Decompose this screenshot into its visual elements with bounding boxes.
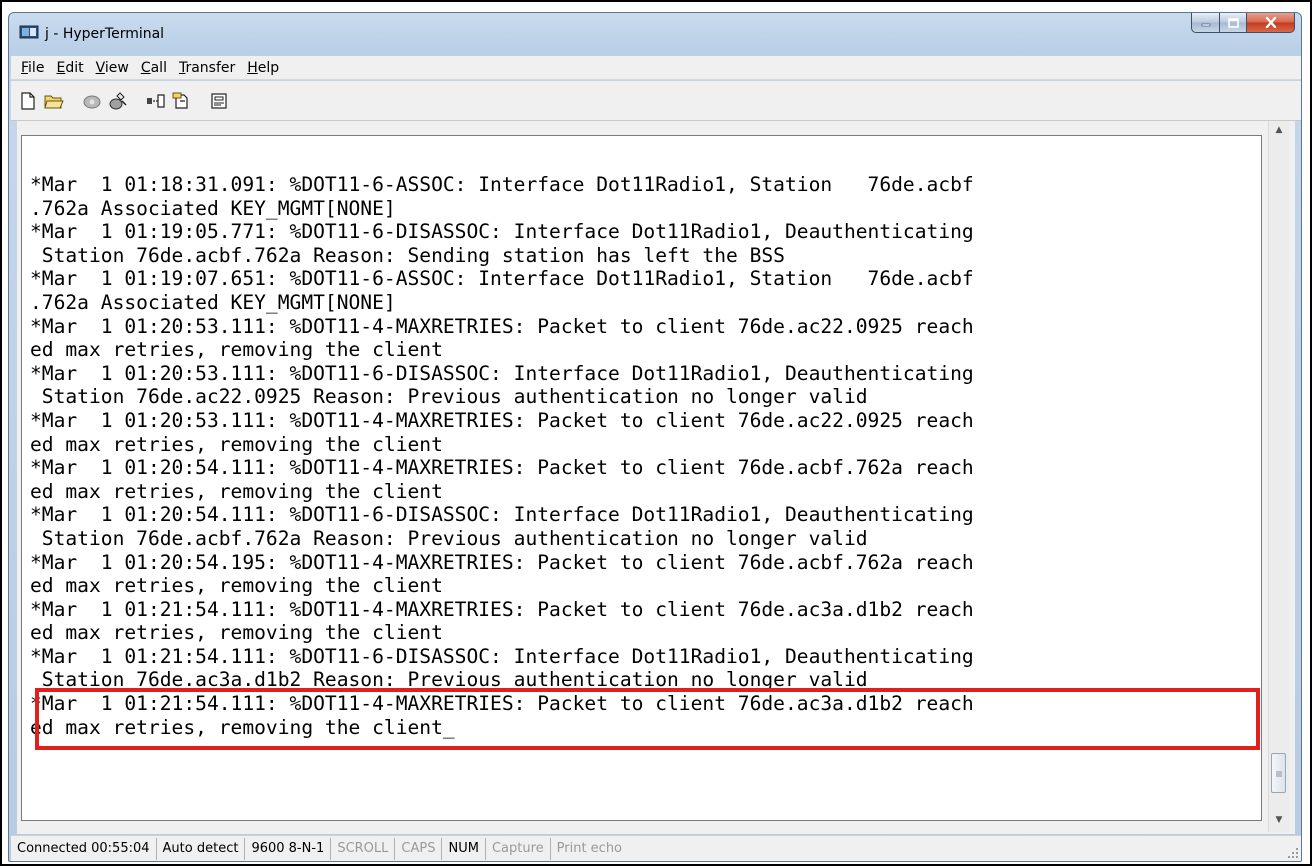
terminal-line: .762a Associated KEY_MGMT[NONE] — [30, 290, 396, 314]
receive-icon — [172, 92, 188, 109]
resize-grip-icon[interactable] — [1287, 847, 1299, 859]
call-icon — [83, 95, 101, 108]
vertical-scrollbar[interactable]: ▲ ▼ — [1268, 121, 1289, 832]
menu-call[interactable]: Call — [135, 57, 173, 79]
screenshot-frame: j - HyperTerminal File Edit View Call Tr… — [0, 0, 1312, 866]
menu-file[interactable]: File — [15, 57, 50, 79]
minimize-button[interactable] — [1191, 13, 1220, 33]
terminal-line: ed max retries, removing the client — [30, 574, 443, 598]
terminal-line: .762a Associated KEY_MGMT[NONE] — [30, 196, 396, 220]
caption-buttons — [1191, 13, 1295, 35]
highlight-box — [35, 688, 1260, 750]
call-button[interactable] — [81, 90, 103, 112]
close-icon — [1265, 17, 1276, 28]
minimize-icon — [1201, 23, 1210, 26]
grip-icon — [1276, 771, 1282, 777]
terminal-line: *Mar 1 01:20:54.111: %DOT11-4-MAXRETRIES… — [30, 456, 974, 480]
scroll-up-button[interactable]: ▲ — [1269, 121, 1289, 139]
terminal-line: Station 76de.acbf.762a Reason: Previous … — [30, 526, 868, 550]
properties-icon — [211, 92, 227, 109]
app-icon — [19, 25, 39, 39]
terminal-line: *Mar 1 01:19:07.651: %DOT11-6-ASSOC: Int… — [30, 267, 974, 291]
receive-button[interactable] — [171, 90, 193, 112]
menu-edit[interactable]: Edit — [50, 57, 89, 79]
send-icon — [147, 93, 165, 108]
title-bar[interactable]: j - HyperTerminal — [9, 13, 1301, 55]
terminal-line: *Mar 1 01:19:05.771: %DOT11-6-DISASSOC: … — [30, 220, 974, 244]
status-connected: Connected 00:55:04 — [11, 837, 157, 860]
status-num: NUM — [442, 837, 486, 860]
terminal-line: Station 76de.ac22.0925 Reason: Previous … — [30, 385, 868, 409]
menu-transfer[interactable]: Transfer — [173, 57, 241, 79]
arrow-down-icon: ▼ — [1275, 815, 1283, 825]
status-detect: Auto detect — [157, 837, 246, 860]
disconnect-button[interactable] — [107, 90, 129, 112]
terminal-line: ed max retries, removing the client — [30, 479, 443, 503]
window-title: j - HyperTerminal — [45, 26, 165, 42]
new-file-icon — [21, 91, 35, 110]
maximize-button[interactable] — [1220, 13, 1247, 33]
terminal-line: ed max retries, removing the client — [30, 432, 443, 456]
terminal-output: *Mar 1 01:18:31.091: %DOT11-6-ASSOC: Int… — [30, 173, 974, 739]
terminal-line: ed max retries, removing the client — [30, 338, 443, 362]
open-button[interactable] — [43, 90, 65, 112]
terminal-line: *Mar 1 01:20:53.111: %DOT11-4-MAXRETRIES… — [30, 408, 974, 432]
terminal-line: *Mar 1 01:20:54.111: %DOT11-6-DISASSOC: … — [30, 503, 974, 527]
menu-help[interactable]: Help — [241, 57, 285, 79]
send-button[interactable] — [145, 90, 167, 112]
terminal-line: *Mar 1 01:18:31.091: %DOT11-6-ASSOC: Int… — [30, 173, 974, 196]
terminal-line: ed max retries, removing the client — [30, 621, 443, 645]
status-bar: Connected 00:55:04 Auto detect 9600 8-N-… — [11, 835, 1301, 861]
status-capture: Capture — [486, 837, 551, 860]
close-button[interactable] — [1247, 13, 1295, 33]
open-folder-icon — [44, 95, 64, 108]
menu-bar: File Edit View Call Transfer Help — [11, 56, 1301, 80]
status-scroll: SCROLL — [331, 837, 396, 860]
toolbar — [11, 81, 1301, 121]
terminal-line: *Mar 1 01:20:54.195: %DOT11-4-MAXRETRIES… — [30, 550, 974, 574]
status-print-echo: Print echo — [556, 840, 623, 856]
status-settings: 9600 8-N-1 — [245, 837, 332, 860]
menu-view[interactable]: View — [90, 57, 135, 79]
disconnect-icon — [109, 91, 127, 109]
properties-button[interactable] — [209, 90, 231, 112]
new-button[interactable] — [17, 90, 39, 112]
arrow-up-icon: ▲ — [1275, 125, 1283, 135]
terminal-line: *Mar 1 01:21:54.111: %DOT11-6-DISASSOC: … — [30, 644, 974, 668]
terminal-line: Station 76de.acbf.762a Reason: Sending s… — [30, 243, 785, 267]
terminal-line: *Mar 1 01:20:53.111: %DOT11-6-DISASSOC: … — [30, 361, 974, 385]
scroll-down-button[interactable]: ▼ — [1269, 811, 1289, 829]
status-caps: CAPS — [395, 837, 443, 860]
scroll-thumb[interactable] — [1271, 753, 1286, 793]
terminal-line: *Mar 1 01:20:53.111: %DOT11-4-MAXRETRIES… — [30, 314, 974, 338]
terminal-line: *Mar 1 01:21:54.111: %DOT11-4-MAXRETRIES… — [30, 597, 974, 621]
maximize-icon — [1227, 17, 1239, 28]
